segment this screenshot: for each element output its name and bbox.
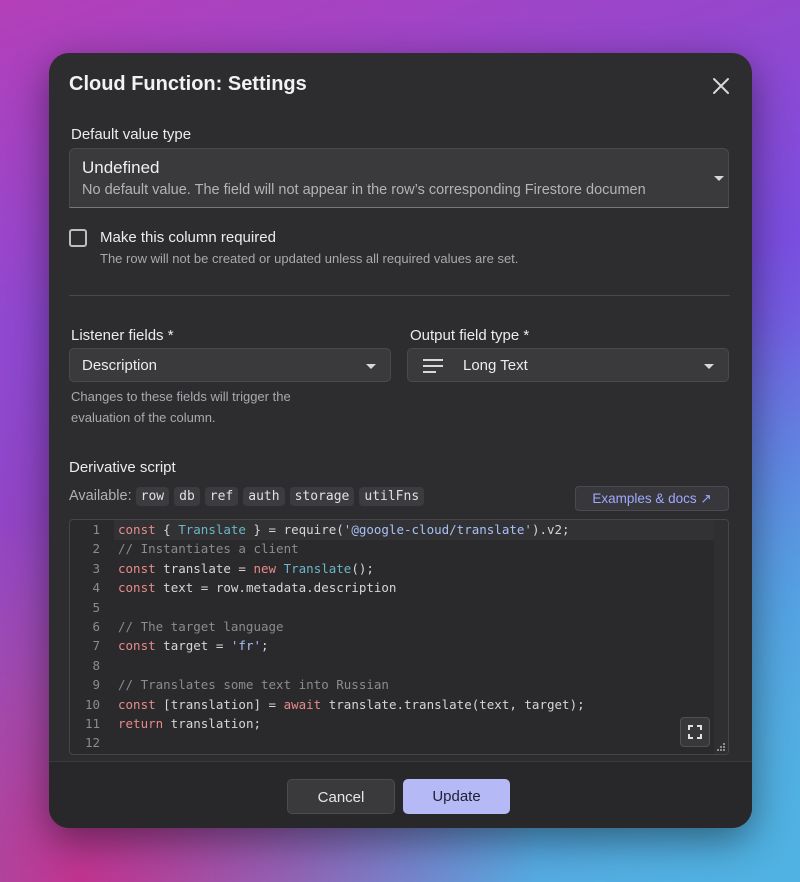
divider xyxy=(69,295,730,296)
available-row: Available: row db ref auth storage utilFns xyxy=(69,487,429,506)
chevron-down-icon xyxy=(366,364,376,369)
close-icon[interactable] xyxy=(710,75,732,97)
code-editor[interactable]: 1 const { Translate } = require('@google-… xyxy=(69,519,729,755)
required-help: The row will not be created or updated u… xyxy=(100,251,519,266)
code-line: 8 xyxy=(70,656,100,675)
code-line: 7 const target = 'fr'; xyxy=(70,636,268,655)
code-line: 1 const { Translate } = require('@google-… xyxy=(70,520,569,539)
listener-fields-value: Description xyxy=(82,357,158,374)
line-number: 11 xyxy=(84,716,100,731)
examples-docs-link[interactable]: Examples & docs ↗ xyxy=(575,486,729,511)
chevron-down-icon xyxy=(704,364,714,369)
listener-fields-label: Listener fields * xyxy=(71,327,174,344)
output-field-type-select[interactable]: Long Text xyxy=(407,348,729,382)
code-line: 12 xyxy=(70,733,100,752)
settings-dialog: Cloud Function: Settings Default value t… xyxy=(49,53,752,828)
line-number: 6 xyxy=(92,619,100,634)
listener-help-line2: evaluation of the column. xyxy=(71,410,216,425)
default-value-select[interactable]: Undefined No default value. The field wi… xyxy=(69,148,729,208)
required-checkbox[interactable] xyxy=(69,229,87,247)
required-label: Make this column required xyxy=(100,229,276,246)
code-line: 3 const translate = new Translate(); xyxy=(70,559,373,578)
line-number: 3 xyxy=(92,560,100,576)
code-line: 11 return translation; xyxy=(70,714,261,733)
chevron-down-icon xyxy=(714,176,724,181)
editor-scrollbar[interactable] xyxy=(714,520,728,754)
code-line: 6// The target language xyxy=(70,617,283,636)
dialog-footer: Cancel Update xyxy=(49,761,752,828)
code-line: 4 const text = row.metadata.description xyxy=(70,578,396,597)
line-number: 12 xyxy=(84,735,100,751)
line-number: 7 xyxy=(92,638,100,654)
dialog-title: Cloud Function: Settings xyxy=(69,73,307,95)
update-button[interactable]: Update xyxy=(403,779,510,814)
code-line: 2// Instantiates a client xyxy=(70,539,298,558)
code-line: 9// Translates some text into Russian xyxy=(70,675,388,694)
long-text-icon xyxy=(423,359,443,373)
chip-utilfns: utilFns xyxy=(359,487,425,506)
code-line: 10 const [translation] = await translate.… xyxy=(70,695,585,714)
chip-auth: auth xyxy=(243,487,285,506)
line-number: 10 xyxy=(84,696,100,712)
listener-fields-select[interactable]: Description xyxy=(69,348,391,382)
line-number: 4 xyxy=(92,580,100,596)
output-field-type-value: Long Text xyxy=(463,357,528,374)
line-number: 8 xyxy=(92,657,100,673)
available-label: Available: xyxy=(69,488,132,504)
listener-help: Changes to these fields will trigger the… xyxy=(71,386,291,428)
line-number: 2 xyxy=(92,541,100,557)
line-number: 1 xyxy=(92,522,100,537)
output-field-type-label: Output field type * xyxy=(410,327,530,344)
derivative-script-label: Derivative script xyxy=(69,459,176,476)
line-number: 5 xyxy=(92,599,100,615)
listener-help-line1: Changes to these fields will trigger the xyxy=(71,389,291,404)
chip-row: row xyxy=(135,487,170,506)
default-value-selected: Undefined xyxy=(82,158,160,177)
default-value-label: Default value type xyxy=(71,126,192,143)
fullscreen-button[interactable] xyxy=(680,717,710,747)
code-line: 5 xyxy=(70,598,100,617)
resize-handle-icon[interactable] xyxy=(716,742,726,752)
chip-ref: ref xyxy=(204,487,239,506)
chip-storage: storage xyxy=(289,487,355,506)
default-value-description: No default value. The field will not app… xyxy=(82,182,646,198)
cancel-button[interactable]: Cancel xyxy=(287,779,395,814)
chip-db: db xyxy=(174,487,200,506)
fullscreen-icon xyxy=(688,725,702,739)
line-number: 9 xyxy=(92,677,100,693)
